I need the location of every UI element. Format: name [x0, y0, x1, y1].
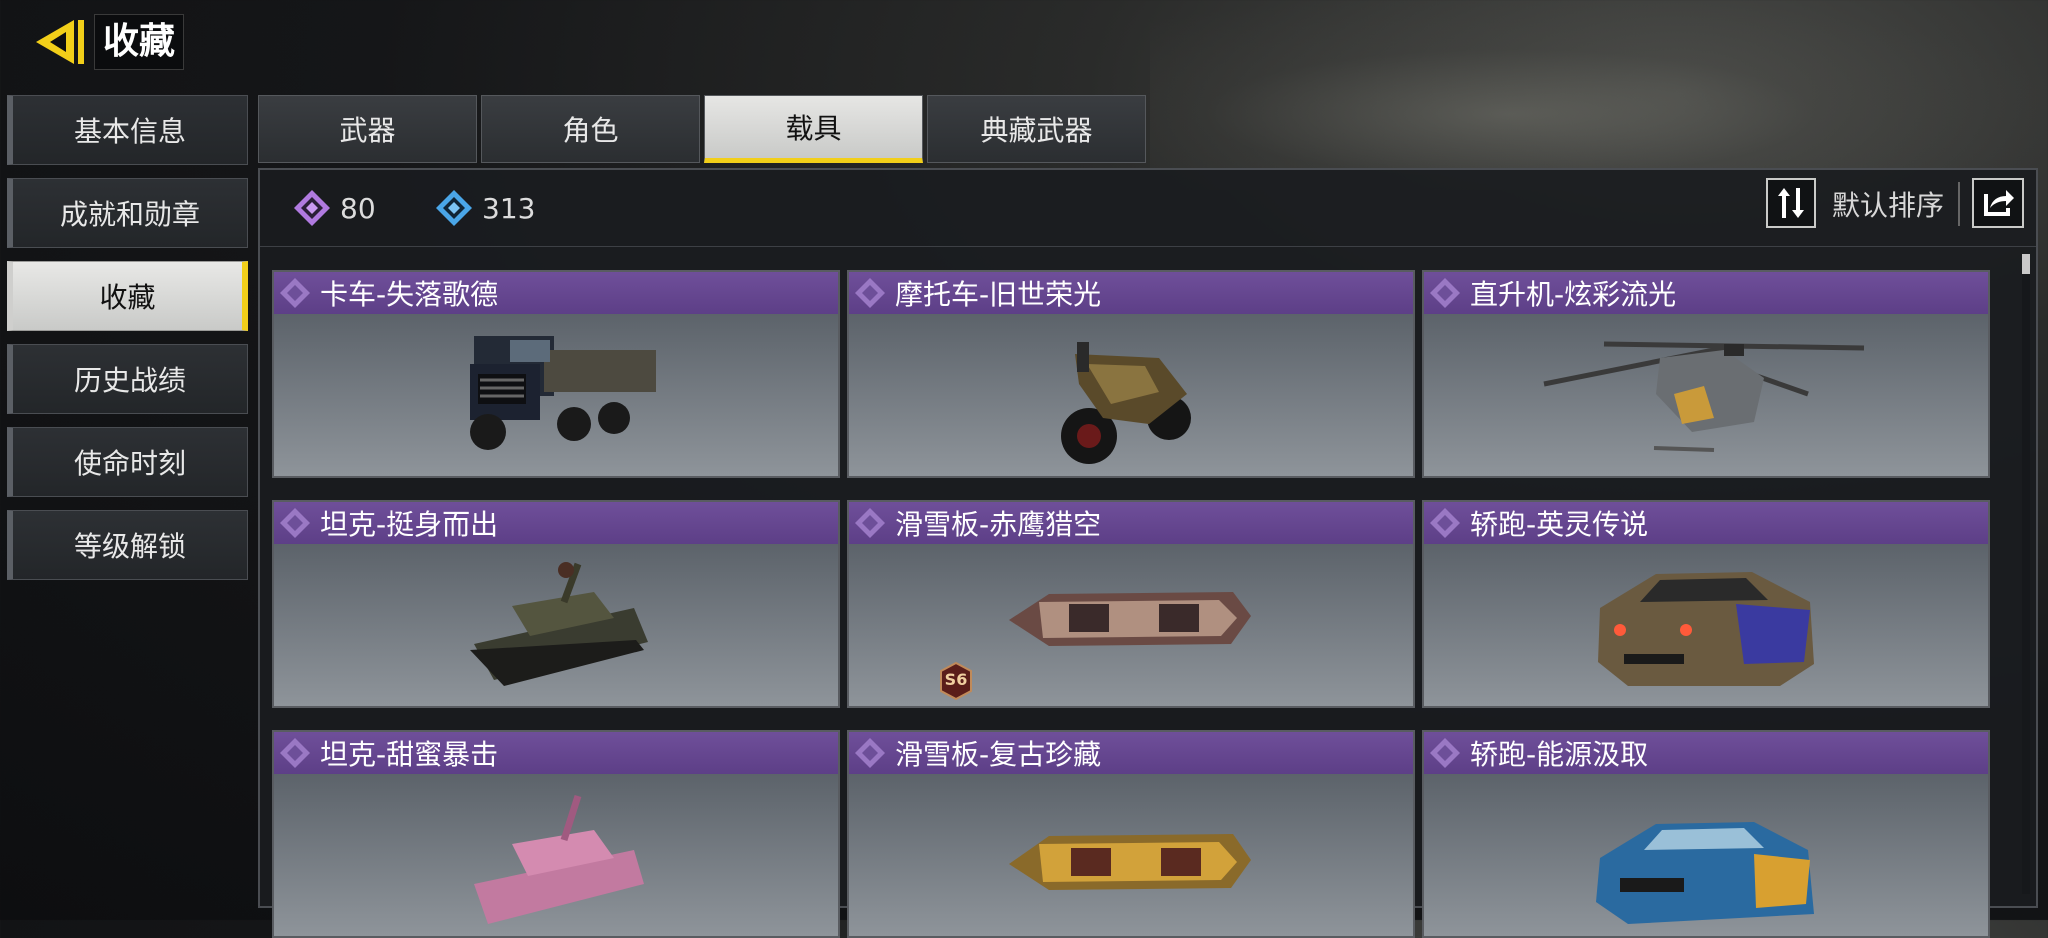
purple-rarity-icon: [855, 738, 885, 768]
tab-label: 角色: [562, 114, 619, 147]
background-smoke: [1150, 0, 2048, 190]
sidebar-item-achievements[interactable]: 成就和勋章: [7, 178, 248, 248]
card-header: 坦克-甜蜜暴击: [274, 732, 838, 774]
card-title: 轿跑-英灵传说: [1470, 508, 1649, 541]
back-arrow-icon: [36, 20, 84, 64]
card-header: 滑雪板-复古珍藏: [849, 732, 1413, 774]
collection-panel: 80 313 默认排序 卡车-失落歌德 摩托车-旧世荣光 直升机-炫彩流光 坦克…: [258, 168, 2038, 938]
sidebar-item-basic-info[interactable]: 基本信息: [7, 95, 248, 165]
tab-label: 武器: [339, 114, 396, 147]
purple-rarity-icon: [855, 508, 885, 538]
sort-arrows-icon: [1778, 188, 1804, 218]
card-header: 坦克-挺身而出: [274, 502, 838, 544]
page-title: 收藏: [94, 14, 185, 70]
sidebar-item-label: 基本信息: [73, 115, 186, 148]
vehicle-card-motorcycle[interactable]: 摩托车-旧世荣光: [847, 270, 1415, 478]
sidebar-item-match-history[interactable]: 历史战绩: [7, 344, 248, 414]
scrollbar-thumb[interactable]: [2022, 254, 2030, 274]
purple-diamond-icon: [294, 190, 330, 226]
season-badge-label: S6: [944, 670, 968, 689]
vehicle-card-sports-car[interactable]: 轿跑-能源汲取: [1422, 730, 1990, 938]
sports-car-image: [1424, 774, 1988, 936]
tab-label: 载具: [785, 112, 842, 145]
blue-diamond-icon: [436, 190, 472, 226]
share-icon: [1984, 190, 2014, 216]
divider: [1958, 182, 1960, 226]
tab-classic-weapons[interactable]: 典藏武器: [927, 95, 1146, 163]
card-header: 摩托车-旧世荣光: [849, 272, 1413, 314]
sidebar-item-mission-moments[interactable]: 使命时刻: [7, 427, 248, 497]
sports-car-image: [1424, 544, 1988, 706]
card-title: 直升机-炫彩流光: [1470, 278, 1677, 311]
purple-rarity-icon: [280, 738, 310, 768]
card-title: 轿跑-能源汲取: [1470, 738, 1649, 771]
card-header: 轿跑-能源汲取: [1424, 732, 1988, 774]
vehicle-card-sports-car[interactable]: 轿跑-英灵传说: [1422, 500, 1990, 708]
purple-rarity-icon: [1430, 738, 1460, 768]
vehicle-card-snowboard[interactable]: 滑雪板-赤鹰猎空 S6: [847, 500, 1415, 708]
purple-rarity-icon: [280, 508, 310, 538]
sidebar-item-label: 使命时刻: [73, 447, 186, 480]
share-button[interactable]: [1972, 178, 2024, 228]
blue-rarity-count: 313: [434, 188, 535, 228]
purple-rarity-icon: [1430, 508, 1460, 538]
card-header: 轿跑-英灵传说: [1424, 502, 1988, 544]
sort-toggle-button[interactable]: [1766, 178, 1816, 228]
sidebar-item-collection[interactable]: 收藏: [7, 261, 248, 331]
truck-image: [274, 314, 838, 476]
purple-rarity-icon: [855, 278, 885, 308]
sidebar-item-label: 收藏: [99, 281, 156, 314]
tank-image: [274, 774, 838, 936]
purple-count-value: 80: [340, 191, 376, 225]
card-header: 滑雪板-赤鹰猎空: [849, 502, 1413, 544]
season-badge: S6: [937, 661, 975, 701]
sidebar-item-level-unlocks[interactable]: 等级解锁: [7, 510, 248, 580]
card-title: 坦克-挺身而出: [320, 508, 499, 541]
sort-label[interactable]: 默认排序: [1832, 184, 1944, 224]
tank-image: [274, 544, 838, 706]
panel-toolbar: 80 313 默认排序: [260, 170, 2036, 247]
vehicle-card-snowboard[interactable]: 滑雪板-复古珍藏: [847, 730, 1415, 938]
blue-count-value: 313: [482, 191, 536, 225]
card-title: 滑雪板-赤鹰猎空: [895, 508, 1102, 541]
snowboard-image: [849, 774, 1413, 936]
sidebar-item-label: 等级解锁: [73, 530, 186, 563]
card-title: 滑雪板-复古珍藏: [895, 738, 1102, 771]
back-button[interactable]: [30, 14, 92, 70]
vehicle-card-tank[interactable]: 坦克-甜蜜暴击: [272, 730, 840, 938]
card-title: 卡车-失落歌德: [320, 278, 499, 311]
purple-rarity-icon: [280, 278, 310, 308]
tab-vehicles[interactable]: 载具: [704, 95, 923, 163]
tab-characters[interactable]: 角色: [481, 95, 700, 163]
motorcycle-image: [849, 314, 1413, 476]
purple-rarity-icon: [1430, 278, 1460, 308]
card-title: 摩托车-旧世荣光: [895, 278, 1102, 311]
purple-rarity-count: 80: [292, 188, 376, 228]
sidebar-item-label: 成就和勋章: [59, 198, 200, 231]
vehicle-card-truck[interactable]: 卡车-失落歌德: [272, 270, 840, 478]
vehicle-card-tank[interactable]: 坦克-挺身而出: [272, 500, 840, 708]
vehicle-card-helicopter[interactable]: 直升机-炫彩流光: [1422, 270, 1990, 478]
tab-label: 典藏武器: [980, 114, 1093, 147]
tab-weapons[interactable]: 武器: [258, 95, 477, 163]
card-title: 坦克-甜蜜暴击: [320, 738, 499, 771]
snowboard-image: [849, 544, 1413, 706]
scrollbar[interactable]: [2022, 254, 2030, 894]
card-header: 直升机-炫彩流光: [1424, 272, 1988, 314]
card-header: 卡车-失落歌德: [274, 272, 838, 314]
sidebar-item-label: 历史战绩: [73, 364, 186, 397]
helicopter-image: [1424, 314, 1988, 476]
